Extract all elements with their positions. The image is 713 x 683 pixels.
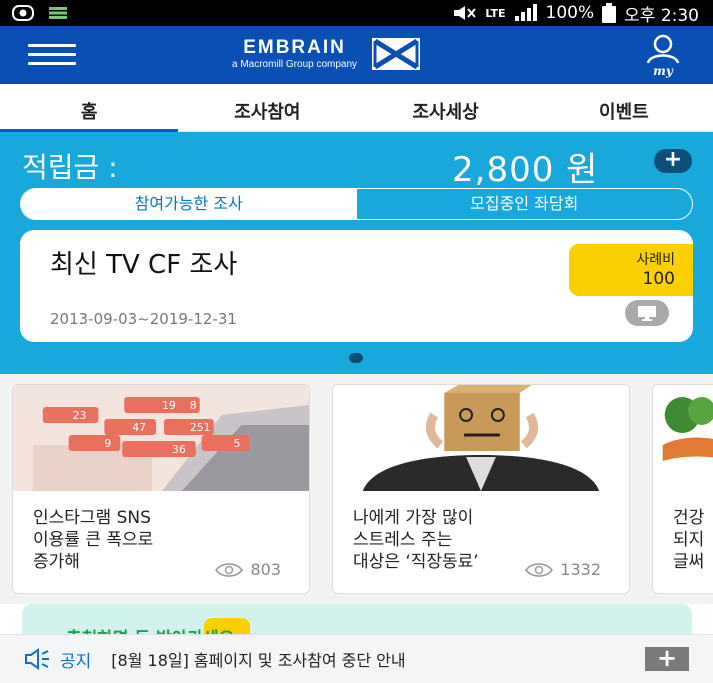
menu-button[interactable] xyxy=(28,44,76,66)
tab-survey-participation[interactable]: 조사참여 xyxy=(178,84,356,131)
speaker-icon xyxy=(25,648,49,670)
sns-bubble-19: 19 xyxy=(162,399,176,412)
sns-bubble-47: 47 xyxy=(132,421,146,434)
sns-bubble-23: 23 xyxy=(73,409,87,422)
survey-filter-toggle: 참여가능한 조사 모집중인 좌담회 xyxy=(20,188,693,220)
eye-icon xyxy=(525,562,554,577)
article-card[interactable]: 건강 되지 글써 xyxy=(652,384,713,594)
article-title-line: 글써 xyxy=(673,552,705,572)
my-page-button[interactable]: my xyxy=(643,34,683,78)
user-icon xyxy=(646,34,680,64)
embrain-logo[interactable]: EMBRAIN a Macromill Group company xyxy=(232,37,421,71)
points-section: 적립금 : 2,800 원 + 참여가능한 조사 모집중인 좌담회 최신 TV … xyxy=(0,132,713,374)
clock: 오후 2:30 xyxy=(624,5,699,26)
article-title: 건강 되지 글써 xyxy=(653,495,713,573)
reward-badge: 사례비 100 xyxy=(569,244,693,296)
article-title-line: 건강 xyxy=(673,508,705,528)
article-views: 1332 xyxy=(524,560,601,579)
survey-card[interactable]: 최신 TV CF 조사 2013-09-03~2019-12-31 사례비 10… xyxy=(20,230,693,342)
sns-bubble-8: 8 xyxy=(190,399,197,412)
sns-bubble-5: 5 xyxy=(234,437,241,450)
article-title-line: 인스타그램 SNS xyxy=(33,508,151,528)
reward-value: 100 xyxy=(642,269,675,289)
my-label: my xyxy=(653,64,673,78)
tab-home[interactable]: 홈 xyxy=(0,84,179,132)
view-count: 803 xyxy=(250,560,281,579)
available-surveys-tab[interactable]: 참여가능한 조사 xyxy=(21,189,357,219)
embrain-mark-icon xyxy=(372,38,421,70)
sns-bubble-36: 36 xyxy=(172,443,186,456)
hamburger-line xyxy=(28,44,76,47)
eye-icon xyxy=(215,562,244,577)
article-title-line: 이용률 큰 폭으로 xyxy=(33,530,154,550)
survey-title: 최신 TV CF 조사 xyxy=(50,250,238,280)
article-title-line: 나에게 가장 많이 xyxy=(353,508,474,528)
tab-events[interactable]: 이벤트 xyxy=(535,84,713,131)
article-views: 803 xyxy=(214,560,281,579)
hamburger-line xyxy=(28,62,76,65)
recruiting-discussions-tab[interactable]: 모집중인 좌담회 xyxy=(357,189,693,219)
notice-bar[interactable]: 공지 [8월 18일] 홈페이지 및 조사참여 중단 안내 + xyxy=(0,634,713,683)
add-points-button[interactable]: + xyxy=(654,149,692,173)
mute-icon xyxy=(454,6,477,20)
notice-text[interactable]: [8월 18일] 홈페이지 및 조사참여 중단 안내 xyxy=(111,647,405,671)
hamburger-line xyxy=(28,53,76,56)
sns-bubble-251: 251 xyxy=(190,421,211,434)
status-bar: LTE 100% 오후 2:30 xyxy=(0,0,713,26)
battery-percent: 100% xyxy=(545,3,595,23)
stressed-man-box-image xyxy=(333,385,629,491)
battery-icon xyxy=(602,3,617,23)
carousel-indicator[interactable] xyxy=(349,353,363,363)
view-count: 1332 xyxy=(560,560,601,579)
tab-survey-world[interactable]: 조사세상 xyxy=(357,84,535,131)
pc-monitor-icon xyxy=(625,300,669,326)
points-label: 적립금 : xyxy=(22,151,118,184)
vegetables-image xyxy=(653,385,713,491)
article-title-line: 되지 xyxy=(673,530,705,550)
article-list: 23 19 8 47 251 9 36 5 인스타그램 SNS 이용률 큰 폭으… xyxy=(0,374,713,604)
survey-date-range: 2013-09-03~2019-12-31 xyxy=(50,310,237,328)
article-card[interactable]: 23 19 8 47 251 9 36 5 인스타그램 SNS 이용률 큰 폭으… xyxy=(12,384,310,594)
message-app-icon xyxy=(49,7,67,19)
article-card[interactable]: 나에게 가장 많이 스트레스 주는 대상은 ‘직장동료’ 1332 xyxy=(332,384,630,594)
sns-bubble-9: 9 xyxy=(104,437,111,450)
sns-notifications-image: 23 19 8 47 251 9 36 5 xyxy=(13,385,309,491)
notice-label: 공지 xyxy=(60,651,92,672)
phone-app-icon xyxy=(12,5,34,21)
network-type: LTE xyxy=(485,6,506,20)
article-title-line: 스트레스 주는 xyxy=(353,530,453,550)
notice-more-button[interactable]: + xyxy=(645,646,689,671)
main-tabs: 홈 조사참여 조사세상 이벤트 xyxy=(0,84,713,132)
logo-subtitle: a Macromill Group company xyxy=(232,58,358,70)
signal-icon xyxy=(514,4,537,21)
points-value: 2,800 원 xyxy=(452,150,599,190)
logo-title: EMBRAIN xyxy=(243,36,346,58)
reward-label: 사례비 xyxy=(636,252,675,268)
app-header: EMBRAIN a Macromill Group company my xyxy=(0,26,713,84)
